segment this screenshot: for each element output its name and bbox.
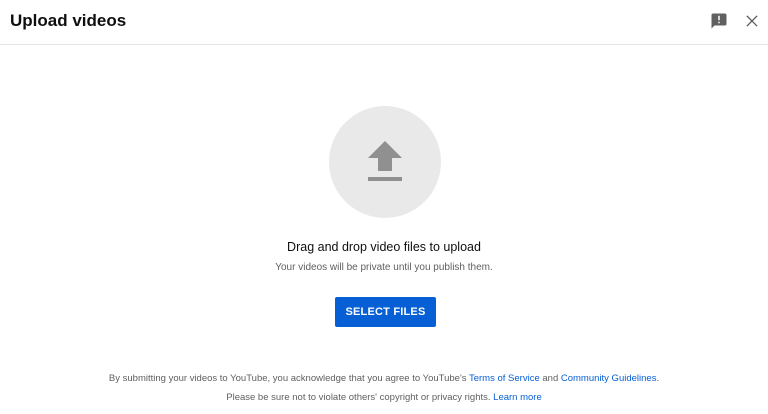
dialog-title: Upload videos	[10, 11, 127, 30]
close-button[interactable]	[741, 10, 763, 32]
dialog-header: Upload videos	[0, 0, 768, 45]
feedback-button[interactable]	[708, 10, 730, 32]
copyright-notice-text: Please be sure not to violate others' co…	[226, 392, 491, 403]
terms-of-service-link[interactable]: Terms of Service	[469, 373, 540, 384]
community-guidelines-link[interactable]: Community Guidelines	[561, 373, 657, 384]
select-files-button[interactable]: SELECT FILES	[335, 297, 436, 327]
terms-notice: By submitting your videos to YouTube, yo…	[0, 373, 768, 385]
upload-arrow-icon	[368, 141, 402, 181]
upload-drop-zone[interactable]	[329, 106, 441, 218]
close-icon	[746, 15, 758, 27]
drag-drop-text: Drag and drop video files to upload	[287, 240, 481, 254]
private-notice: Your videos will be private until you pu…	[275, 262, 493, 273]
terms-notice-text: By submitting your videos to YouTube, yo…	[108, 373, 467, 384]
terms-notice-and: and	[542, 373, 559, 384]
terms-notice-period: .	[656, 373, 660, 384]
feedback-icon	[711, 13, 727, 29]
learn-more-link[interactable]: Learn more	[493, 392, 542, 403]
upload-dialog: Upload videos Drag and drop video files …	[0, 0, 768, 414]
copyright-notice: Please be sure not to violate others' co…	[0, 392, 768, 404]
